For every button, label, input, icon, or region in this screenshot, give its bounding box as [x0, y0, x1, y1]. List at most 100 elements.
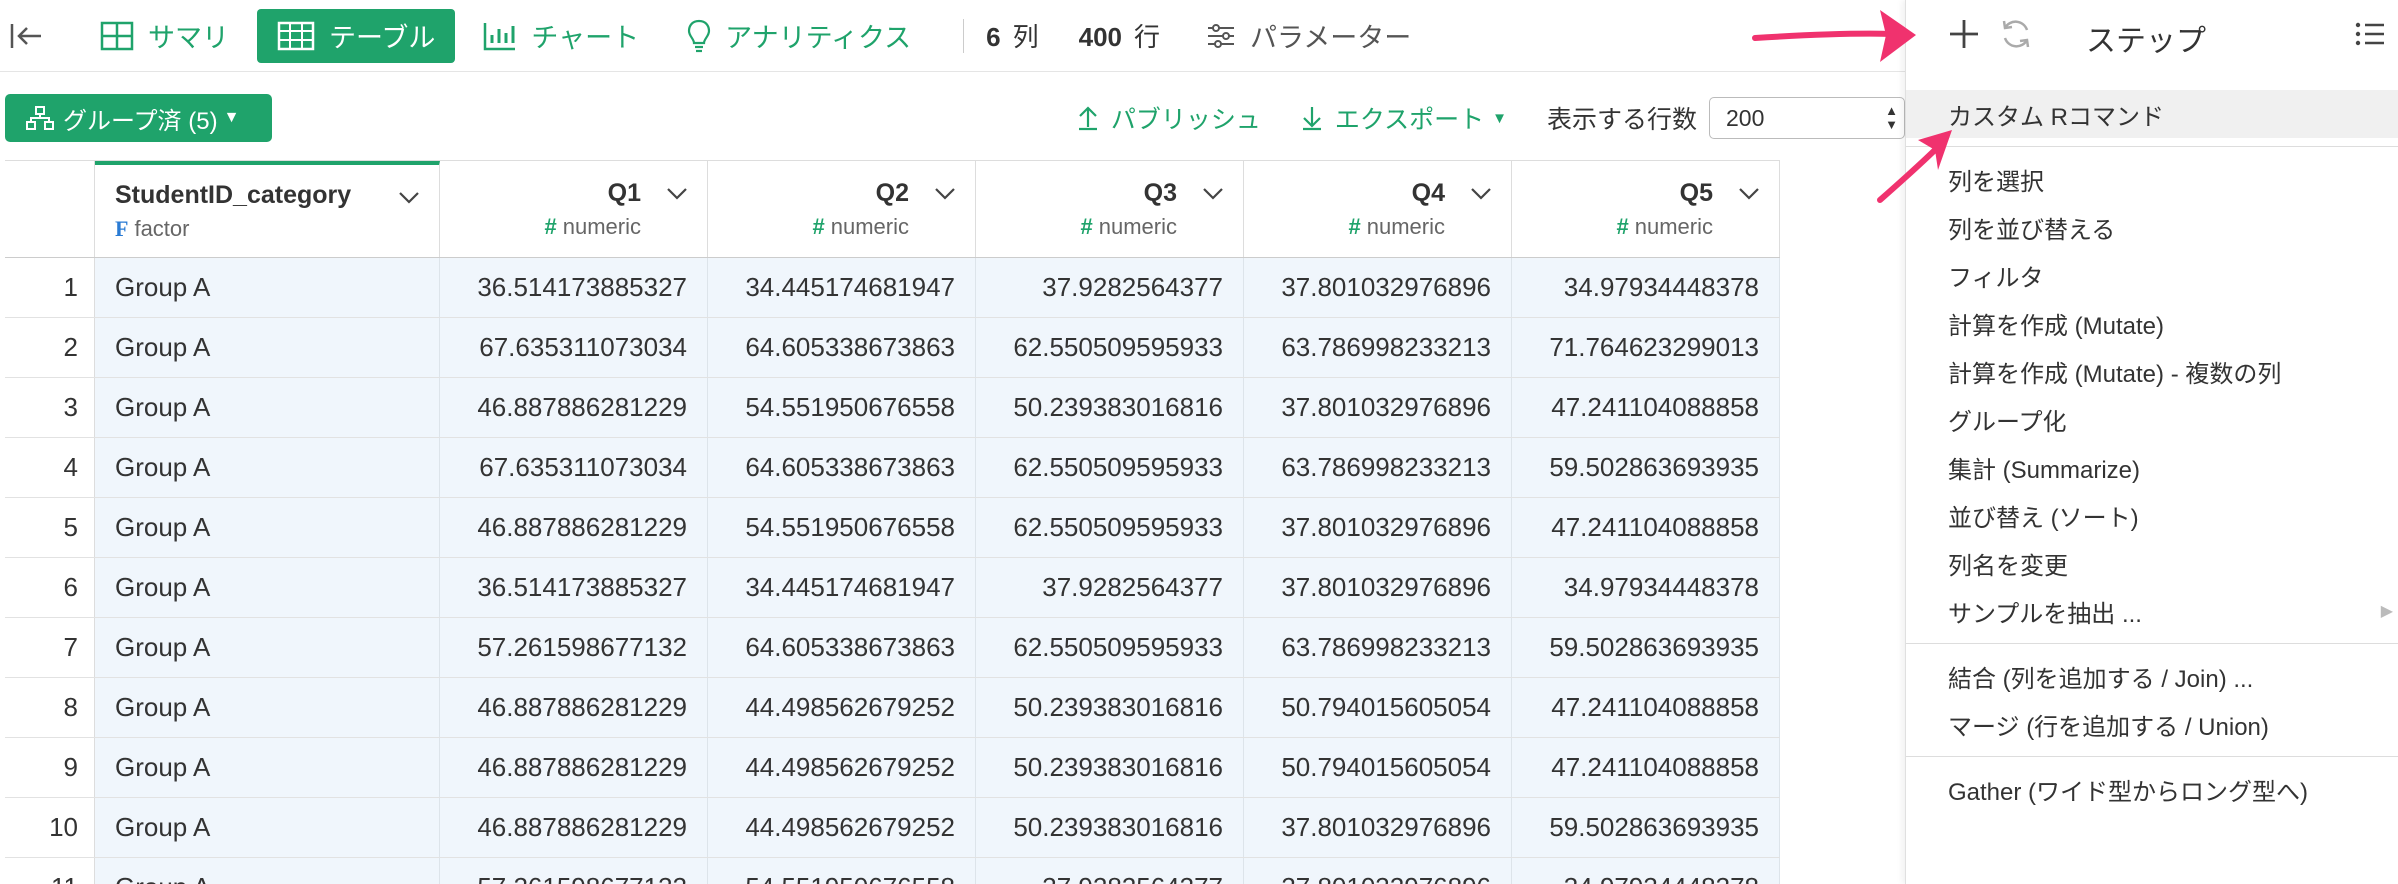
table-cell[interactable]: Group A — [95, 618, 440, 677]
list-icon[interactable] — [2354, 20, 2386, 48]
table-cell[interactable]: 62.550509595933 — [976, 618, 1244, 677]
table-cell[interactable]: 59.502863693935 — [1512, 438, 1780, 497]
table-cell[interactable]: Group A — [95, 438, 440, 497]
menu-item[interactable]: 計算を作成 (Mutate) - 複数の列 — [1906, 347, 2398, 395]
parameter-button[interactable]: パラメーター — [1206, 16, 1411, 55]
table-cell[interactable]: 59.502863693935 — [1512, 618, 1780, 677]
header-studentid-category[interactable]: StudentID_category Ffactor — [95, 161, 440, 257]
table-cell[interactable]: 44.498562679252 — [708, 738, 976, 797]
menu-item[interactable]: 集計 (Summarize) — [1906, 443, 2398, 491]
table-cell[interactable]: 34.97934448378 — [1512, 858, 1780, 884]
table-cell[interactable]: 63.786998233213 — [1244, 618, 1512, 677]
table-cell[interactable]: Group A — [95, 258, 440, 317]
table-cell[interactable]: 62.550509595933 — [976, 438, 1244, 497]
table-cell[interactable]: 44.498562679252 — [708, 798, 976, 857]
table-cell[interactable]: 57.261598677132 — [440, 618, 708, 677]
table-cell[interactable]: 64.605338673863 — [708, 318, 976, 377]
chevron-down-icon[interactable] — [397, 189, 421, 205]
header-q3[interactable]: Q3 # numeric — [976, 161, 1244, 257]
table-cell[interactable]: 36.514173885327 — [440, 558, 708, 617]
table-cell[interactable]: 50.239383016816 — [976, 678, 1244, 737]
menu-item[interactable]: 並び替え (ソート) — [1906, 491, 2398, 539]
add-step-icon[interactable] — [1944, 14, 1984, 54]
table-cell[interactable]: 37.801032976896 — [1244, 798, 1512, 857]
menu-item[interactable]: サンプルを抽出 ... ▶ — [1906, 587, 2398, 635]
table-cell[interactable]: 34.445174681947 — [708, 258, 976, 317]
table-cell[interactable]: 34.97934448378 — [1512, 558, 1780, 617]
table-cell[interactable]: 54.551950676558 — [708, 378, 976, 437]
chevron-down-icon[interactable] — [1737, 185, 1761, 201]
publish-button[interactable]: パブリッシュ — [1077, 100, 1261, 136]
table-cell[interactable]: 37.9282564377 — [976, 558, 1244, 617]
table-cell[interactable]: 50.239383016816 — [976, 738, 1244, 797]
table-cell[interactable]: 47.241104088858 — [1512, 678, 1780, 737]
export-button[interactable]: エクスポート ▼ — [1301, 100, 1507, 136]
header-q1[interactable]: Q1 # numeric — [440, 161, 708, 257]
header-q5[interactable]: Q5 # numeric — [1512, 161, 1780, 257]
table-cell[interactable]: 44.498562679252 — [708, 678, 976, 737]
table-cell[interactable]: Group A — [95, 738, 440, 797]
menu-item[interactable]: 列を選択 — [1906, 155, 2398, 203]
header-q4[interactable]: Q4 # numeric — [1244, 161, 1512, 257]
menu-item[interactable]: マージ (行を追加する / Union) — [1906, 700, 2398, 748]
table-cell[interactable]: 54.551950676558 — [708, 498, 976, 557]
table-cell[interactable]: 37.801032976896 — [1244, 558, 1512, 617]
table-cell[interactable]: 71.764623299013 — [1512, 318, 1780, 377]
table-cell[interactable]: 62.550509595933 — [976, 498, 1244, 557]
table-cell[interactable]: 67.635311073034 — [440, 438, 708, 497]
table-cell[interactable]: 37.801032976896 — [1244, 498, 1512, 557]
table-cell[interactable]: 37.801032976896 — [1244, 858, 1512, 884]
menu-item[interactable]: 列を並び替える — [1906, 203, 2398, 251]
header-q2[interactable]: Q2 # numeric — [708, 161, 976, 257]
table-cell[interactable]: 54.551950676558 — [708, 858, 976, 884]
table-cell[interactable]: 46.887886281229 — [440, 798, 708, 857]
chevron-down-icon[interactable] — [1469, 185, 1493, 201]
chevron-down-icon[interactable] — [933, 185, 957, 201]
table-cell[interactable]: Group A — [95, 318, 440, 377]
table-cell[interactable]: 50.794015605054 — [1244, 678, 1512, 737]
table-cell[interactable]: Group A — [95, 558, 440, 617]
table-cell[interactable]: 46.887886281229 — [440, 678, 708, 737]
menu-item[interactable]: 計算を作成 (Mutate) — [1906, 299, 2398, 347]
table-cell[interactable]: 64.605338673863 — [708, 618, 976, 677]
collapse-left-icon[interactable] — [4, 14, 48, 58]
tab-analytics[interactable]: アナリティクス — [667, 9, 931, 63]
table-cell[interactable]: 37.801032976896 — [1244, 378, 1512, 437]
table-cell[interactable]: Group A — [95, 858, 440, 884]
table-cell[interactable]: Group A — [95, 378, 440, 437]
table-cell[interactable]: 34.97934448378 — [1512, 258, 1780, 317]
table-cell[interactable]: 37.9282564377 — [976, 258, 1244, 317]
refresh-icon[interactable] — [1998, 16, 2034, 52]
tab-table[interactable]: テーブル — [257, 8, 456, 63]
table-cell[interactable]: Group A — [95, 798, 440, 857]
table-cell[interactable]: 46.887886281229 — [440, 738, 708, 797]
table-cell[interactable]: 34.445174681947 — [708, 558, 976, 617]
table-cell[interactable]: Group A — [95, 678, 440, 737]
table-cell[interactable]: 47.241104088858 — [1512, 378, 1780, 437]
table-cell[interactable]: 47.241104088858 — [1512, 498, 1780, 557]
menu-item[interactable]: グループ化 — [1906, 395, 2398, 443]
table-cell[interactable]: 59.502863693935 — [1512, 798, 1780, 857]
menu-item[interactable]: カスタム Rコマンド — [1906, 90, 2398, 138]
menu-item[interactable]: 列名を変更 — [1906, 539, 2398, 587]
tab-chart[interactable]: チャート — [463, 9, 659, 63]
table-cell[interactable]: 63.786998233213 — [1244, 438, 1512, 497]
menu-item[interactable]: フィルタ — [1906, 251, 2398, 299]
table-cell[interactable]: 37.801032976896 — [1244, 258, 1512, 317]
chevron-down-icon[interactable] — [1201, 185, 1225, 201]
table-cell[interactable]: 46.887886281229 — [440, 378, 708, 437]
table-cell[interactable]: 50.239383016816 — [976, 798, 1244, 857]
table-cell[interactable]: 36.514173885327 — [440, 258, 708, 317]
tab-summary[interactable]: サマリ — [80, 9, 249, 63]
table-cell[interactable]: 46.887886281229 — [440, 498, 708, 557]
chevron-down-icon[interactable] — [665, 185, 689, 201]
rows-display-select[interactable]: 200 ▲ ▼ — [1709, 97, 1905, 139]
menu-item[interactable]: Gather (ワイド型からロング型へ) — [1906, 765, 2398, 813]
table-cell[interactable]: Group A — [95, 498, 440, 557]
menu-item[interactable]: 結合 (列を追加する / Join) ... — [1906, 652, 2398, 700]
table-cell[interactable]: 57.261598677132 — [440, 858, 708, 884]
table-cell[interactable]: 50.794015605054 — [1244, 738, 1512, 797]
table-cell[interactable]: 50.239383016816 — [976, 378, 1244, 437]
table-cell[interactable]: 37.9282564377 — [976, 858, 1244, 884]
table-cell[interactable]: 47.241104088858 — [1512, 738, 1780, 797]
